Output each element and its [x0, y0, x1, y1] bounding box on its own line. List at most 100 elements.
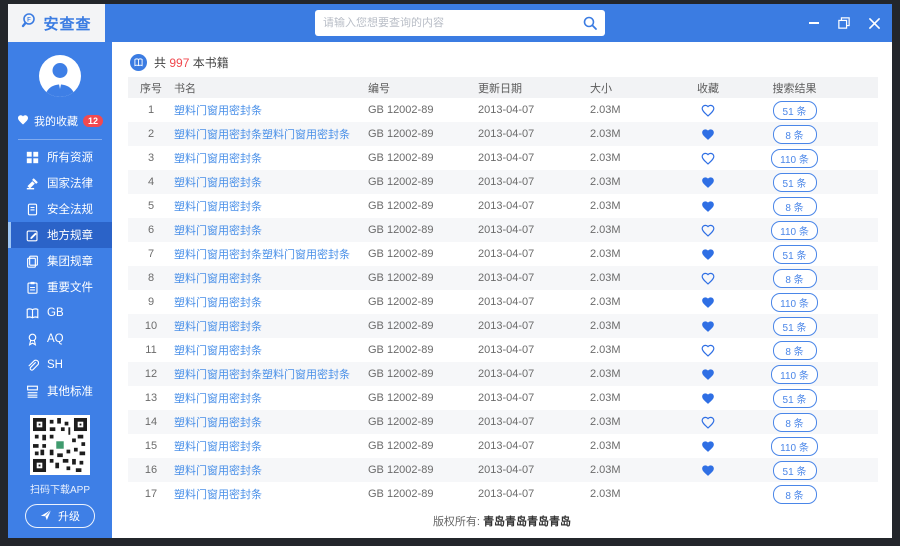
sidebar-item-8[interactable]: AQ — [8, 326, 112, 352]
copyright-owner: 青岛青岛青岛青岛 — [483, 516, 571, 528]
search-results-badge[interactable]: 51 条 — [773, 389, 817, 408]
search-results-badge[interactable]: 110 条 — [771, 293, 818, 312]
heart-icon — [17, 114, 29, 128]
favorite-heart-icon[interactable] — [701, 344, 715, 357]
search-results-badge[interactable]: 8 条 — [773, 341, 817, 360]
search-results-badge[interactable]: 8 条 — [773, 197, 817, 216]
favorite-heart-icon[interactable] — [701, 416, 715, 429]
row-code: GB 12002-89 — [358, 224, 468, 236]
row-date: 2013-04-07 — [468, 104, 578, 116]
table-row: 5 塑料门窗用密封条 GB 12002-89 2013-04-07 2.03M … — [128, 194, 878, 218]
sidebar-item-2[interactable]: 国家法律 — [8, 170, 112, 196]
row-code: GB 12002-89 — [358, 104, 468, 116]
pages-icon — [25, 254, 39, 268]
svg-text:F: F — [28, 17, 32, 23]
book-title-link[interactable]: 塑料门窗用密封条 — [174, 297, 262, 309]
book-title-link[interactable]: 塑料门窗用密封条 — [174, 105, 262, 117]
sidebar-item-3[interactable]: 安全法规 — [8, 196, 112, 222]
book-title-link[interactable]: 塑料门窗用密封条 — [174, 489, 262, 501]
row-date: 2013-04-07 — [468, 464, 578, 476]
my-favorites[interactable]: 我的收藏 12 — [8, 113, 112, 129]
row-index: 9 — [128, 296, 174, 308]
row-index: 11 — [128, 344, 174, 356]
row-index: 8 — [128, 272, 174, 284]
book-title-link[interactable]: 塑料门窗用密封条 — [174, 225, 262, 237]
table-row: 6 塑料门窗用密封条 GB 12002-89 2013-04-07 2.03M … — [128, 218, 878, 242]
book-title-link[interactable]: 塑料门窗用密封条 — [174, 393, 262, 405]
sidebar-item-1[interactable]: 所有资源 — [8, 144, 112, 170]
row-size: 2.03M — [578, 464, 665, 476]
search-results-badge[interactable]: 8 条 — [773, 413, 817, 432]
book-title-link[interactable]: 塑料门窗用密封条 — [174, 321, 262, 333]
minimize-icon[interactable] — [806, 15, 822, 31]
row-size: 2.03M — [578, 200, 665, 212]
count-bar: 共 997 本书籍 — [112, 42, 892, 77]
row-index: 10 — [128, 320, 174, 332]
sidebar-item-5[interactable]: 集团规章 — [8, 248, 112, 274]
row-date: 2013-04-07 — [468, 248, 578, 260]
main-content: 共 997 本书籍 序号书名编号更新日期大小收藏搜索结果 1 塑料门窗用密封条 … — [112, 42, 892, 538]
sidebar-item-4[interactable]: 地方规章 — [8, 222, 112, 248]
row-code: GB 12002-89 — [358, 344, 468, 356]
favorite-heart-icon[interactable] — [701, 368, 715, 381]
search-results-badge[interactable]: 51 条 — [773, 317, 817, 336]
row-size: 2.03M — [578, 320, 665, 332]
search-results-badge[interactable]: 51 条 — [773, 245, 817, 264]
search-results-badge[interactable]: 51 条 — [773, 101, 817, 120]
favorite-heart-icon[interactable] — [701, 176, 715, 189]
search-results-badge[interactable]: 8 条 — [773, 269, 817, 288]
favorite-heart-icon[interactable] — [701, 440, 715, 453]
search-results-badge[interactable]: 51 条 — [773, 461, 817, 480]
search-results-badge[interactable]: 110 条 — [771, 437, 818, 456]
table-row: 15 塑料门窗用密封条 GB 12002-89 2013-04-07 2.03M… — [128, 434, 878, 458]
upgrade-label: 升级 — [58, 508, 80, 524]
book-title-link[interactable]: 塑料门窗用密封条 — [174, 273, 262, 285]
title-bar: F 安查查 — [8, 4, 892, 42]
favorite-heart-icon[interactable] — [701, 224, 715, 237]
book-title-link[interactable]: 塑料门窗用密封条 — [174, 177, 262, 189]
favorite-heart-icon[interactable] — [701, 464, 715, 477]
search-results-badge[interactable]: 8 条 — [773, 485, 817, 504]
search-icon[interactable] — [575, 10, 605, 36]
row-index: 3 — [128, 152, 174, 164]
favorite-heart-icon[interactable] — [701, 272, 715, 285]
book-title-link[interactable]: 塑料门窗用密封条 — [174, 345, 262, 357]
search-input[interactable] — [315, 17, 575, 29]
favorites-count-badge: 12 — [83, 115, 103, 127]
favorite-heart-icon[interactable] — [701, 248, 715, 261]
book-title-link[interactable]: 塑料门窗用密封条 — [174, 153, 262, 165]
book-title-link[interactable]: 塑料门窗用密封条塑料门窗用密封条 — [174, 129, 350, 141]
sidebar-item-7[interactable]: GB — [8, 300, 112, 326]
row-size: 2.03M — [578, 296, 665, 308]
search-results-badge[interactable]: 110 条 — [771, 365, 818, 384]
favorite-heart-icon[interactable] — [701, 320, 715, 333]
table-row: 12 塑料门窗用密封条塑料门窗用密封条 GB 12002-89 2013-04-… — [128, 362, 878, 386]
column-header: 大小 — [578, 80, 665, 96]
column-header: 书名 — [174, 80, 358, 96]
favorite-heart-icon[interactable] — [701, 296, 715, 309]
upgrade-button[interactable]: 升级 — [25, 504, 95, 528]
book-title-link[interactable]: 塑料门窗用密封条 — [174, 465, 262, 477]
sidebar-item-9[interactable]: SH — [8, 352, 112, 378]
search-results-badge[interactable]: 110 条 — [771, 221, 818, 240]
favorite-heart-icon[interactable] — [701, 128, 715, 141]
restore-icon[interactable] — [836, 15, 852, 31]
book-title-link[interactable]: 塑料门窗用密封条塑料门窗用密封条 — [174, 249, 350, 261]
book-title-link[interactable]: 塑料门窗用密封条 — [174, 417, 262, 429]
magnifier-logo-icon: F — [21, 12, 39, 35]
search-results-badge[interactable]: 51 条 — [773, 173, 817, 192]
table-row: 16 塑料门窗用密封条 GB 12002-89 2013-04-07 2.03M… — [128, 458, 878, 482]
favorite-heart-icon[interactable] — [701, 104, 715, 117]
book-title-link[interactable]: 塑料门窗用密封条 — [174, 441, 262, 453]
close-icon[interactable] — [866, 15, 882, 31]
favorite-heart-icon[interactable] — [701, 392, 715, 405]
book-title-link[interactable]: 塑料门窗用密封条 — [174, 201, 262, 213]
copyright-footer: 版权所有: 青岛青岛青岛青岛 — [112, 506, 892, 538]
favorite-heart-icon[interactable] — [701, 200, 715, 213]
sidebar-item-10[interactable]: 其他标准 — [8, 378, 112, 404]
sidebar-item-6[interactable]: 重要文件 — [8, 274, 112, 300]
search-results-badge[interactable]: 110 条 — [771, 149, 818, 168]
favorite-heart-icon[interactable] — [701, 152, 715, 165]
book-title-link[interactable]: 塑料门窗用密封条塑料门窗用密封条 — [174, 369, 350, 381]
search-results-badge[interactable]: 8 条 — [773, 125, 817, 144]
